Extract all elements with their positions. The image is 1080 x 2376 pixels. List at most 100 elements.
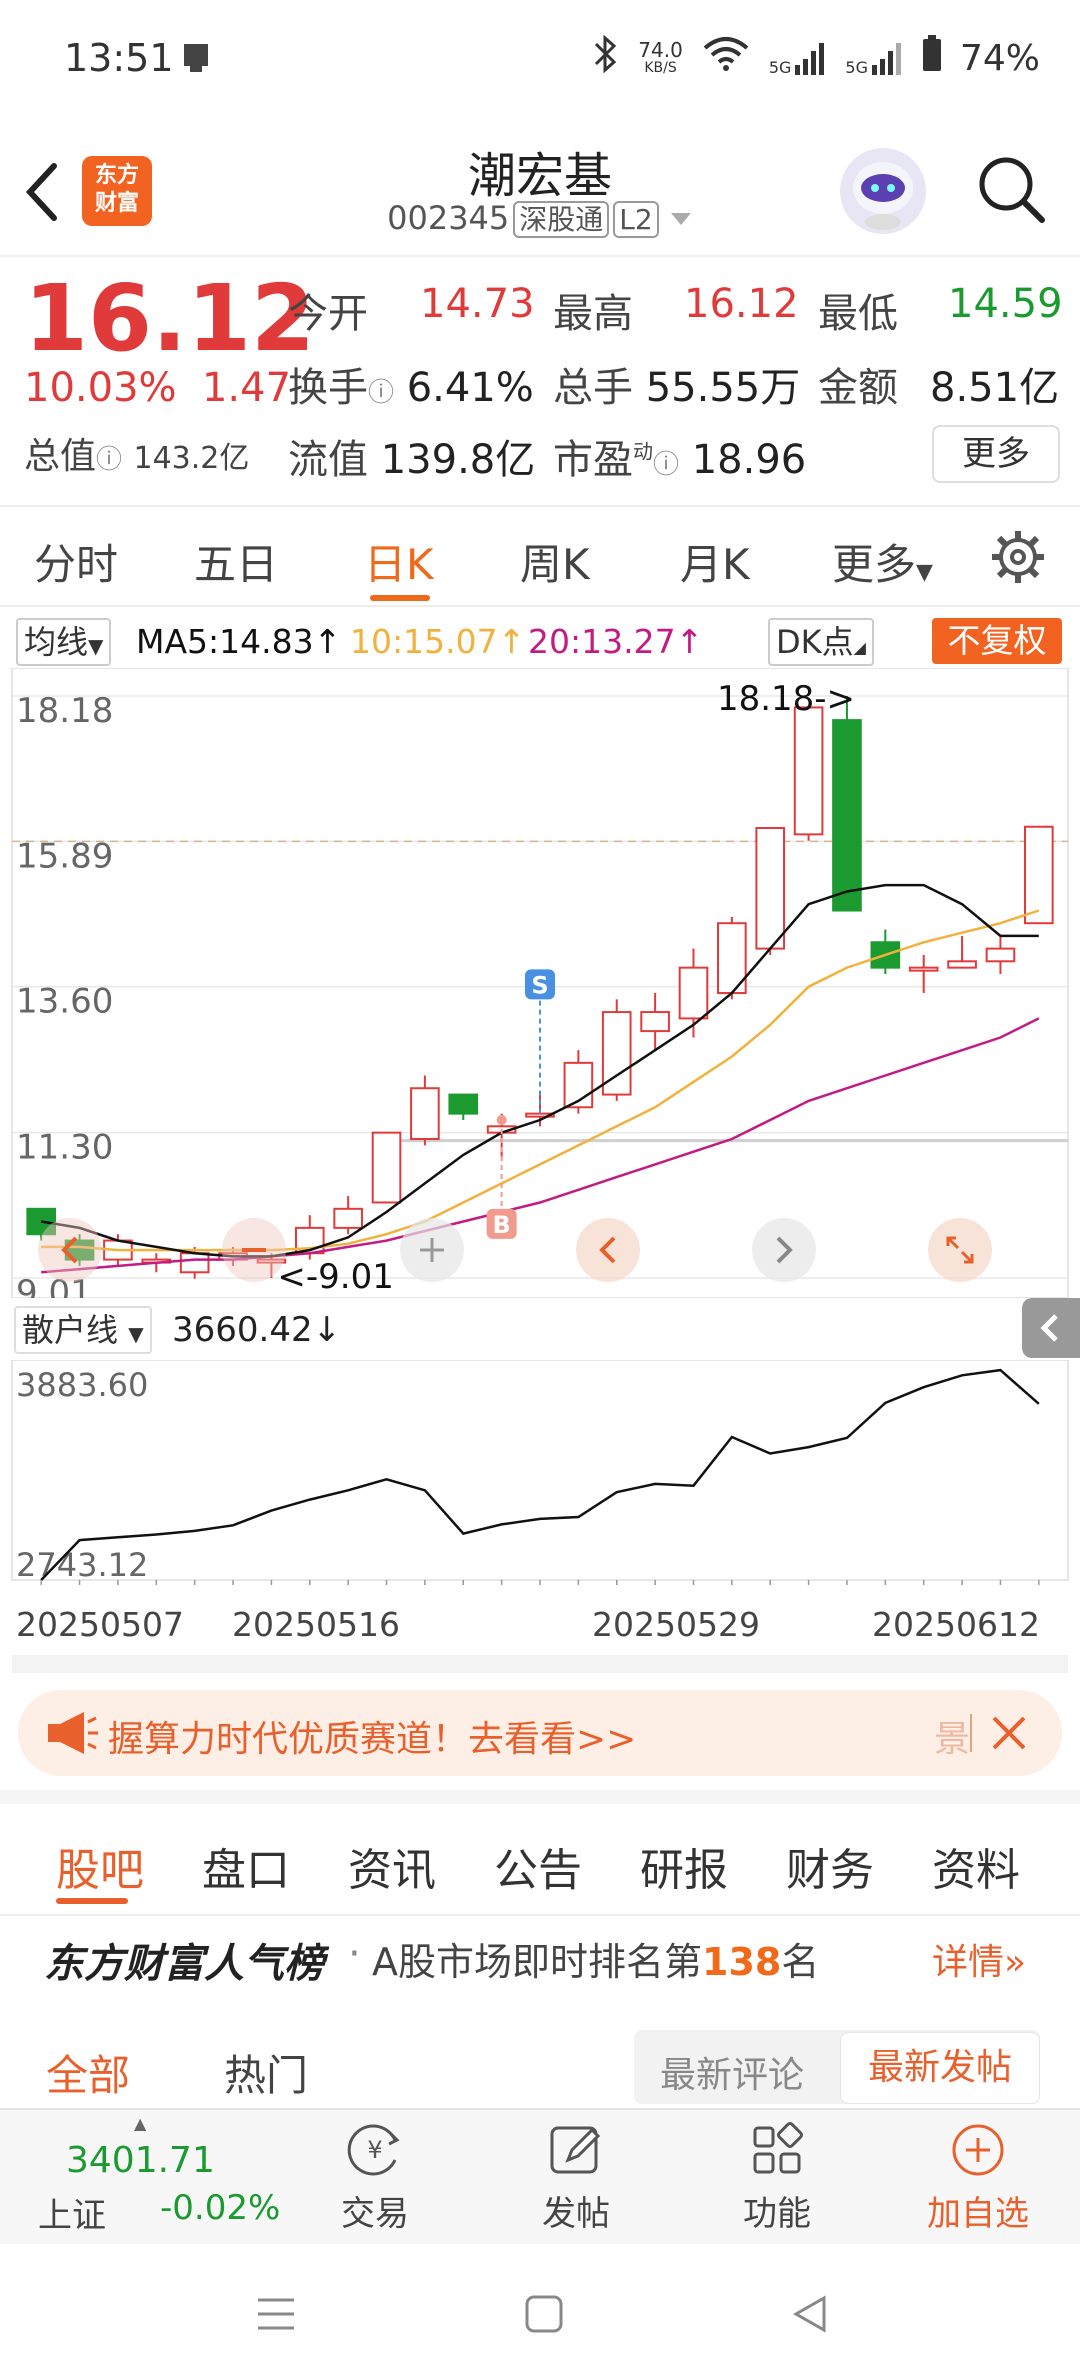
back-triangle-icon[interactable] [790,2294,830,2338]
tab-profile[interactable]: 资料 [932,1834,1020,1898]
stock-code: 002345 [387,199,510,237]
filter-all[interactable]: 全部 [46,2042,130,2103]
dropdown-icon: ▼ [88,634,104,658]
tab-news[interactable]: 资讯 [348,1834,436,1898]
megaphone-icon [44,1710,98,1760]
settings-gear-icon[interactable] [990,529,1046,589]
add-circle-icon [948,2120,1008,2180]
date-label-3: 20250529 [592,1605,760,1644]
turnover-label: 换手 [288,365,368,411]
date-label-1: 20250507 [16,1605,184,1644]
chevron-left-icon [599,1236,616,1264]
sub-indicator-selector[interactable]: 散户线 ▼ [14,1306,152,1354]
sub-max-label: 3883.60 [16,1366,148,1404]
tab-more[interactable]: 更多▼ [832,531,933,592]
nav-trade[interactable]: ¥ 交易 [315,2120,435,2235]
sub-indicator-chart[interactable]: 3883.60 2743.12 [0,1359,1080,1594]
banner-close-icon[interactable] [986,1710,1032,1760]
date-label-2: 20250516 [232,1605,400,1644]
net-speed-value: 74.0 [638,37,683,62]
tab-announcements[interactable]: 公告 [494,1834,582,1898]
pe-label: 市盈 [553,437,633,483]
candle-down [448,1093,479,1115]
nav-post-label: 发帖 [542,2194,610,2234]
tab-weekly-k[interactable]: 周K [520,531,590,592]
home-square-icon[interactable] [524,2294,564,2338]
filter-hot[interactable]: 热门 [224,2042,308,2103]
dk-point-button[interactable]: DK点◢ [768,618,874,666]
sort-toggle: 最新评论 最新发帖 [634,2030,1040,2104]
adjust-button[interactable]: 不复权 [932,618,1062,664]
signal-type-2: 5G [845,57,868,77]
svg-text:¥: ¥ [367,2136,382,2164]
chart-prev-button[interactable] [576,1218,640,1282]
y-tick-label: 18.18 [16,691,113,731]
float-label: 流值 [288,437,368,483]
sub-indicator-svg: 3883.60 2743.12 [11,1359,1069,1594]
period-tabs: 分时 五日 日K 周K 月K 更多▼ [0,505,1080,607]
nav-add-watchlist[interactable]: 加自选 [918,2120,1038,2235]
pe-sup: 动 [633,439,653,464]
chart-zoom-out-button[interactable] [38,1218,102,1282]
menu-icon[interactable] [256,2296,296,2336]
rank-text-before: A股市场即时排名第 [372,1940,702,1984]
market-cap: 总值ⓘ 143.2亿 [24,427,249,479]
mcap-label: 总值 [24,436,97,477]
tab-five-day[interactable]: 五日 [194,531,278,592]
tab-financials[interactable]: 财务 [786,1834,874,1898]
kline-chart[interactable]: 18.18 15.89 13.60 11.30 9.01 18.18-> <-9.01 S B [0,667,1080,1313]
ma10-value: 10:15.07↑ [350,622,526,661]
apps-grid-icon [747,2120,807,2180]
tab-monthly-k[interactable]: 月K [680,531,750,592]
nav-post[interactable]: 发帖 [516,2120,636,2235]
volume: 总手 55.55万 [553,355,800,413]
more-button[interactable]: 更多 [932,425,1060,483]
chart-fullscreen-button[interactable] [928,1218,992,1282]
sub-min-label: 2743.12 [16,1546,148,1584]
chevron-left-icon [1040,1314,1058,1342]
tab-pankou[interactable]: 盘口 [202,1834,290,1898]
ma5-line [40,883,1039,1258]
signal-icon-2: 5G [845,41,904,77]
info-icon: ⓘ [653,450,680,480]
pe-ratio: 市盈动ⓘ 18.96 [553,427,806,485]
tab-daily-k[interactable]: 日K [364,531,434,592]
battery-level: 74% [959,38,1040,79]
rank-detail-link[interactable]: 详情» [932,1933,1026,1985]
ma-selector[interactable]: 均线▼ [16,618,112,666]
promo-banner[interactable]: 握算力时代优质赛道！去看看>> 景 [18,1690,1062,1776]
quote-panel: 16.12 10.03% 1.47 总值ⓘ 143.2亿 今开 14.73 最高… [0,255,1080,507]
news-tabs: 股吧 盘口 资讯 公告 研报 财务 资料 [0,1790,1080,1916]
rank-number: 138 [702,1940,782,1984]
status-right-group: 74.0 KB/S 5G 5G 74% [590,34,1040,83]
amount-value: 8.51亿 [930,365,1060,411]
search-icon[interactable] [976,154,1046,224]
chart-plus-button[interactable] [400,1218,464,1282]
candle-up [1024,825,1054,925]
high-value: 16.12 [684,281,799,327]
side-panel-toggle[interactable] [1022,1298,1080,1358]
popularity-rank-row[interactable]: 东方财富人气榜 · A股市场即时排名第138名 详情» [0,1905,1080,2005]
rank-detail-label: 详情 [932,1942,1005,1983]
connect-tag: 深股通 [513,201,610,238]
nav-functions[interactable]: 功能 [717,2120,837,2235]
nav-add-watchlist-label: 加自选 [927,2194,1029,2234]
tab-guba[interactable]: 股吧 [56,1834,144,1898]
tab-research[interactable]: 研报 [640,1834,728,1898]
status-bar: 13:51 74.0 KB/S 5G 5G 74% [0,0,1080,120]
tab-intraday[interactable]: 分时 [34,531,118,592]
dropdown-icon [669,199,693,237]
change-percent: 10.03% [24,365,177,411]
robot-mascot-icon[interactable] [840,148,926,234]
chart-minus-button[interactable] [222,1218,286,1282]
rank-dot: · [348,1931,361,1977]
sort-latest-posts-button[interactable]: 最新发帖 [840,2032,1040,2104]
status-time: 13:51 [64,36,174,80]
buy-signal-label: B [492,1211,510,1239]
date-label-4: 20250612 [872,1605,1040,1644]
post-filter-row: 全部 热门 最新评论 最新发帖 [0,2010,1080,2110]
sort-latest-comments[interactable]: 最新评论 [660,2046,804,2098]
bluetooth-icon [590,34,620,83]
ma5-value: MA5:14.83↑ [136,622,342,661]
chart-next-button[interactable] [752,1218,816,1282]
